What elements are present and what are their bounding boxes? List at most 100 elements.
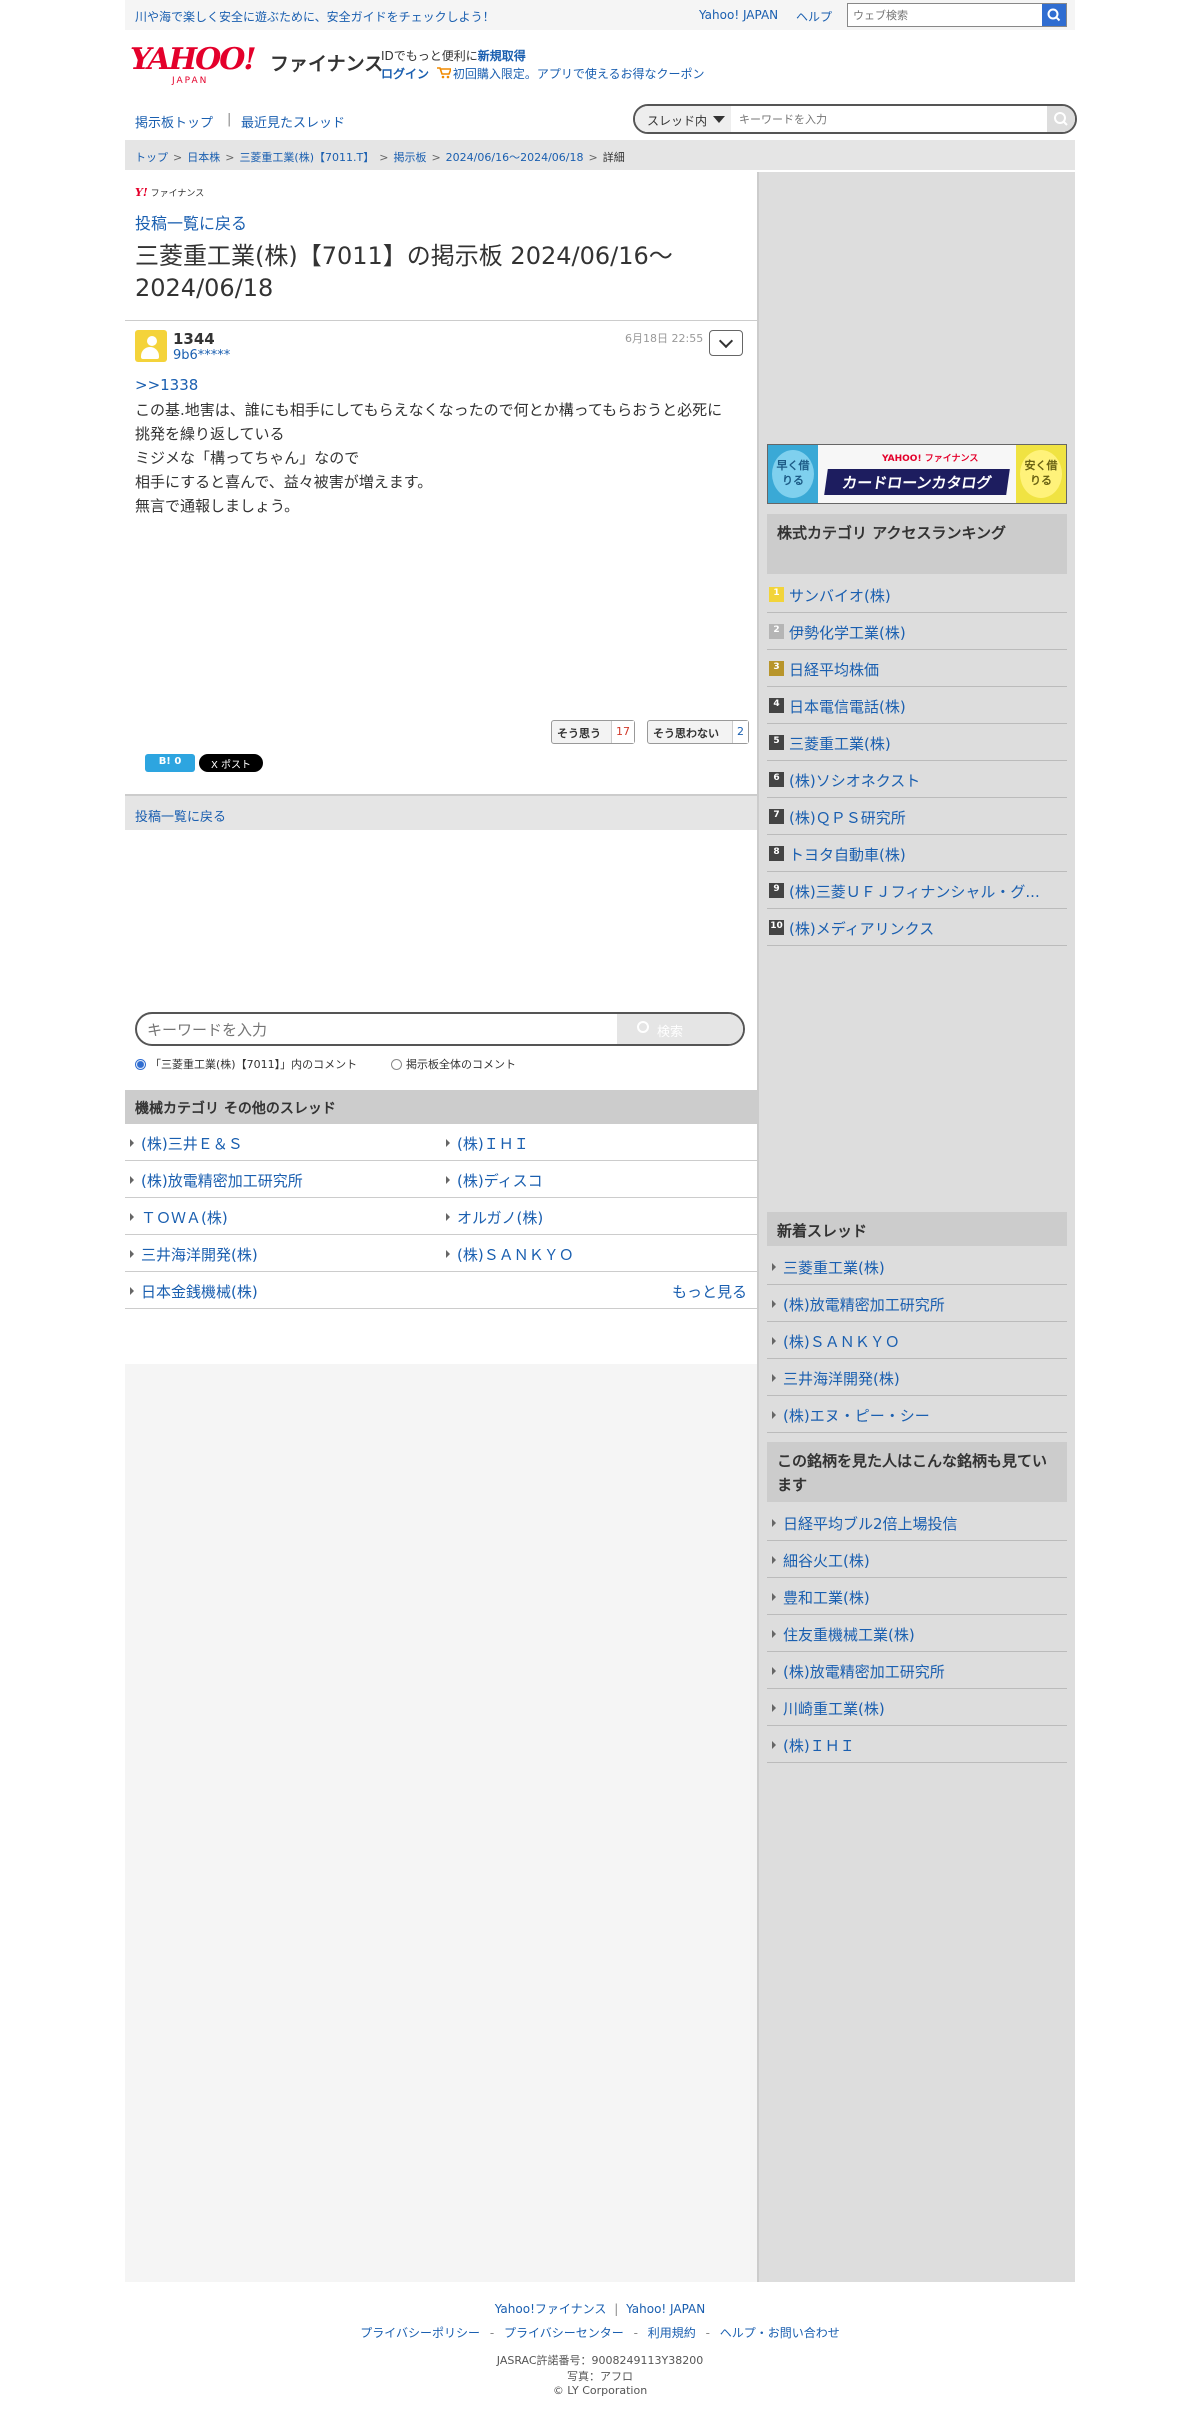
web-search-input[interactable] <box>848 4 1044 26</box>
ranking-item-name[interactable]: サンバイオ(株) <box>789 587 891 605</box>
page-title: 三菱重工業(株)【7011】の掲示板 2024/06/16〜2024/06/18 <box>135 242 673 302</box>
terms-link[interactable]: 利用規約 <box>648 2326 696 2340</box>
ad-subtitle: YAHOO! ファイナンス <box>882 454 979 464</box>
thread-search: スレッド内 <box>633 104 1077 134</box>
also-viewed-item[interactable]: 住友重機械工業(株) <box>767 1615 1067 1652</box>
ranking-item[interactable]: 1 サンバイオ(株) <box>767 576 1067 613</box>
category-thread-item[interactable]: (株)ＩＨＩ <box>441 1124 757 1161</box>
keyword-search-button[interactable]: 検索 <box>617 1014 743 1044</box>
breadcrumb-top[interactable]: トップ <box>135 151 168 164</box>
register-link[interactable]: 新規取得 <box>478 49 526 63</box>
also-viewed-item[interactable]: 豊和工業(株) <box>767 1578 1067 1615</box>
breadcrumb-japan-stocks[interactable]: 日本株 <box>187 151 220 164</box>
also-viewed-item[interactable]: 細谷火工(株) <box>767 1541 1067 1578</box>
privacy-center-link[interactable]: プライバシーセンター <box>504 2326 624 2340</box>
also-viewed-item[interactable]: (株)ＩＨＩ <box>767 1726 1067 1763</box>
photo-credit: 写真：アフロ <box>567 2370 633 2383</box>
ranking-item-name[interactable]: トヨタ自動車(株) <box>789 846 906 864</box>
ranking-item-name[interactable]: (株)ＱＰＳ研究所 <box>789 809 906 827</box>
ranking-item[interactable]: 3 日経平均株価 <box>767 650 1067 687</box>
ad-banner[interactable]: 早く借りる YAHOO! ファイナンス カードローンカタログ 安く借りる <box>767 444 1067 504</box>
post-line: 無言で通報しましょう。 <box>135 497 300 515</box>
ranking-item-name[interactable]: (株)三菱ＵＦＪフィナンシャル・グ... <box>789 883 1040 901</box>
post-line: この基.地害は、誰にも相手にしてもらえなくなったので何とか構ってもらおうと必死に… <box>135 401 723 443</box>
yahoo-japan-link[interactable]: Yahoo! JAPAN <box>699 8 778 22</box>
new-thread-item[interactable]: 三菱重工業(株) <box>767 1248 1067 1285</box>
ranking-item-name[interactable]: 伊勢化学工業(株) <box>789 624 906 642</box>
help-contact-link[interactable]: ヘルプ・お問い合わせ <box>720 2326 840 2340</box>
new-thread-item[interactable]: (株)放電精密加工研究所 <box>767 1285 1067 1322</box>
header-promo: IDでもっと便利に新規取得 ログイン 初回購入限定。アプリで使えるお得なクーポン <box>381 47 705 83</box>
arrow-right-icon <box>130 1287 134 1295</box>
new-thread-item[interactable]: (株)エヌ・ピー・シー <box>767 1396 1067 1433</box>
radio-thread-comments[interactable]: 「三菱重工業(株)【7011】」内のコメント <box>135 1056 357 1072</box>
rank-number-badge: 4 <box>769 698 784 713</box>
also-viewed-item[interactable]: 川崎重工業(株) <box>767 1689 1067 1726</box>
category-thread-item[interactable]: 日本金銭機械(株) <box>125 1272 757 1309</box>
category-thread-item[interactable]: (株)ディスコ <box>441 1161 757 1198</box>
also-viewed-item[interactable]: 日経平均ブル2倍上場投信 <box>767 1504 1067 1541</box>
new-thread-item[interactable]: (株)ＳＡＮＫＹＯ <box>767 1322 1067 1359</box>
help-link[interactable]: ヘルプ <box>796 8 832 25</box>
thread-search-input[interactable] <box>739 110 1029 128</box>
new-thread-item[interactable]: 三井海洋開発(株) <box>767 1359 1067 1396</box>
disagree-button[interactable]: そう思わない 2 <box>647 720 749 744</box>
category-thread-item[interactable]: (株)放電精密加工研究所 <box>125 1161 441 1198</box>
search-scope-select[interactable]: スレッド内 <box>635 106 731 132</box>
keyword-search-input[interactable] <box>147 1020 627 1040</box>
post-menu-button[interactable] <box>709 330 743 356</box>
ranking-item[interactable]: 7 (株)ＱＰＳ研究所 <box>767 798 1067 835</box>
radio-unselected[interactable] <box>391 1059 402 1070</box>
category-thread-item[interactable]: (株)三井Ｅ＆Ｓ <box>125 1124 441 1161</box>
privacy-policy-link[interactable]: プライバシーポリシー <box>360 2326 480 2340</box>
avatar[interactable] <box>135 330 167 362</box>
breadcrumb-stock[interactable]: 三菱重工業(株)【7011.T】 <box>239 151 374 164</box>
thread-search-button[interactable] <box>1047 106 1075 132</box>
x-post-button[interactable]: X ポスト <box>199 754 263 772</box>
recent-threads-link[interactable]: 最近見たスレッド <box>241 112 345 131</box>
web-search-button[interactable] <box>1042 4 1066 26</box>
ranking-item-name[interactable]: (株)ソシオネクスト <box>789 772 920 790</box>
ranking-item[interactable]: 8 トヨタ自動車(株) <box>767 835 1067 872</box>
login-link[interactable]: ログイン <box>381 67 429 81</box>
radio-selected[interactable] <box>135 1059 146 1070</box>
ranking-item[interactable]: 6 (株)ソシオネクスト <box>767 761 1067 798</box>
reply-to-link[interactable]: >>1338 <box>135 376 198 394</box>
category-heading: 機械カテゴリ その他のスレッド <box>125 1090 757 1124</box>
ranking-item-name[interactable]: 三菱重工業(株) <box>789 735 891 753</box>
ranking-item-name[interactable]: 日本電信電話(株) <box>789 698 906 716</box>
category-thread-item[interactable]: (株)ＳＡＮＫＹＯ <box>441 1235 757 1272</box>
footer-finance-link[interactable]: Yahoo!ファイナンス <box>495 2302 607 2316</box>
ranking-item[interactable]: 9 (株)三菱ＵＦＪフィナンシャル・グ... <box>767 872 1067 909</box>
ranking-item-name[interactable]: (株)メディアリンクス <box>789 920 934 938</box>
breadcrumb-period[interactable]: 2024/06/16〜2024/06/18 <box>446 151 584 164</box>
ranking-item[interactable]: 4 日本電信電話(株) <box>767 687 1067 724</box>
agree-button[interactable]: そう思う 17 <box>551 720 635 744</box>
ranking-item[interactable]: 5 三菱重工業(株) <box>767 724 1067 761</box>
agree-count: 17 <box>611 721 634 743</box>
ranking-item-name[interactable]: 日経平均株価 <box>789 661 879 679</box>
logo-service: ファイナンス <box>270 53 384 75</box>
footer-yahoo-link[interactable]: Yahoo! JAPAN <box>626 2302 705 2316</box>
back-to-list-link[interactable]: 投稿一覧に戻る <box>135 210 247 234</box>
arrow-right-icon <box>772 1741 776 1749</box>
board-top-link[interactable]: 掲示板トップ <box>135 112 213 131</box>
post-user-id[interactable]: 9b6***** <box>173 348 230 363</box>
category-thread-item[interactable]: ＴＯＷＡ(株) <box>125 1198 441 1235</box>
more-link[interactable]: もっと見る <box>672 1281 747 1302</box>
safety-notice-link[interactable]: 川や海で楽しく安全に遊ぶために、安全ガイドをチェックしよう！ <box>135 8 495 25</box>
yahoo-finance-logo[interactable]: YAHOO! JAPAN ファイナンス <box>130 45 383 87</box>
category-thread-item[interactable]: 三井海洋開発(株) <box>125 1235 441 1272</box>
hatena-bookmark-button[interactable]: B! 0 <box>145 754 195 772</box>
breadcrumb-board[interactable]: 掲示板 <box>393 151 426 164</box>
arrow-right-icon <box>130 1139 134 1147</box>
ranking-item[interactable]: 2 伊勢化学工業(株) <box>767 613 1067 650</box>
also-viewed-item[interactable]: (株)放電精密加工研究所 <box>767 1652 1067 1689</box>
coupon-link[interactable]: 初回購入限定。アプリで使えるお得なクーポン <box>453 67 705 81</box>
category-thread-item[interactable]: オルガノ(株) <box>441 1198 757 1235</box>
radio-all-comments[interactable]: 掲示板全体のコメント <box>391 1056 516 1072</box>
back-to-list-link-bottom[interactable]: 投稿一覧に戻る <box>135 806 226 825</box>
rank-number-badge: 2 <box>769 624 784 639</box>
ranking-item[interactable]: 10 (株)メディアリンクス <box>767 909 1067 946</box>
cart-icon <box>436 67 453 79</box>
